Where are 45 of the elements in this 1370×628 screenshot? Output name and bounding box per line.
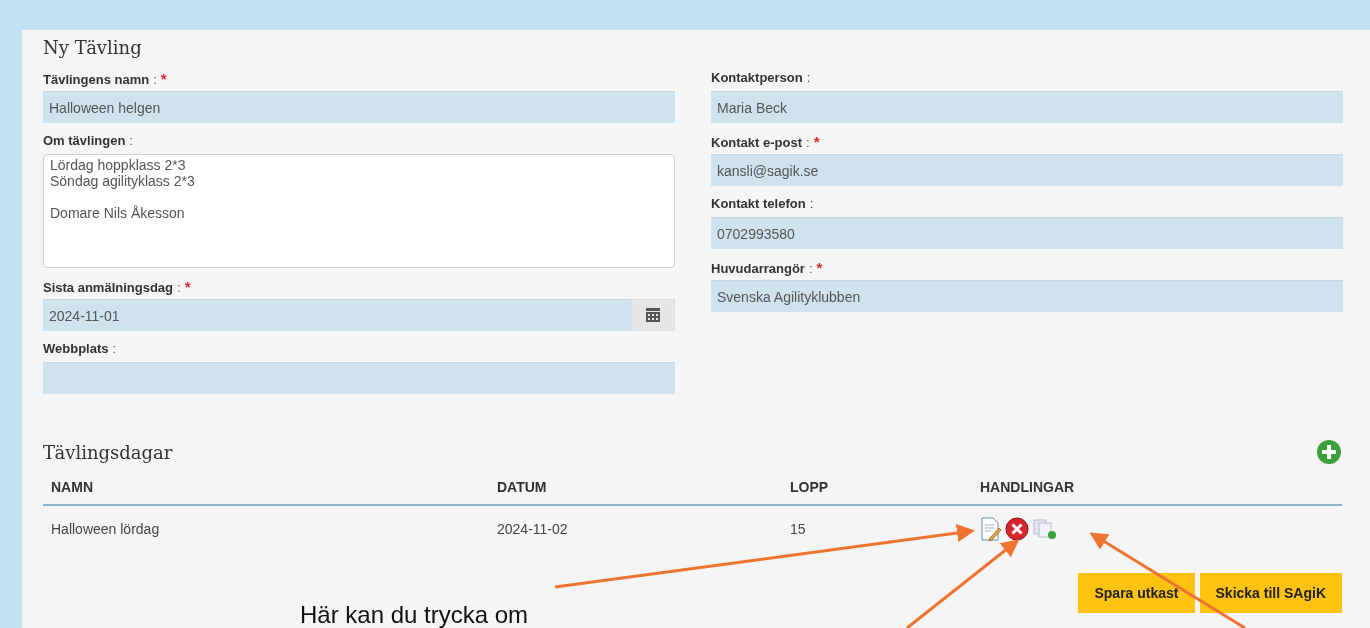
form-title: Ny Tävling [43, 36, 143, 60]
calendar-button[interactable] [631, 299, 675, 331]
section-title: Tävlingsdagar [43, 441, 173, 463]
required-mark: * [816, 259, 823, 276]
date-field[interactable]: 2024-11-01 [43, 299, 631, 331]
text-field[interactable]: Maria Beck [711, 91, 1343, 123]
text-field[interactable]: Svenska Agilityklubben [711, 280, 1343, 312]
delete-icon[interactable] [1005, 517, 1029, 541]
required-mark: * [160, 70, 167, 87]
calendar-icon [645, 307, 661, 323]
label-colon: : [806, 70, 811, 85]
table-cell: 15 [790, 521, 806, 537]
column-header: LOPP [782, 469, 972, 506]
label-colon: : [809, 196, 814, 211]
action-button[interactable]: Spara utkast [1078, 573, 1195, 613]
field-label: Kontakt telefon [711, 196, 806, 211]
label-colon: : [808, 261, 813, 276]
field-label: Tävlingens namn [43, 72, 150, 87]
label-colon: : [177, 280, 181, 295]
field-label: Huvudarrangör [711, 261, 805, 276]
action-button[interactable]: Skicka till SAgiK [1199, 573, 1342, 613]
required-mark: * [813, 133, 820, 150]
add-icon[interactable] [1316, 439, 1342, 465]
field-label: Kontaktperson [711, 70, 803, 85]
required-mark: * [184, 278, 191, 295]
label-colon: : [153, 72, 157, 87]
annotation-text: Här kan du trycka om [300, 601, 529, 628]
field-label: Sista anmälningsdag [43, 280, 174, 295]
label-colon: : [129, 133, 133, 148]
field-label: Om tävlingen [43, 133, 126, 148]
text-field[interactable]: 0702993580 [711, 217, 1343, 249]
text-field[interactable] [43, 362, 675, 394]
label-colon: : [806, 135, 810, 150]
column-header: DATUM [489, 469, 782, 506]
textarea-field[interactable]: Lördag hoppklass 2*3 Söndag agilityklass 2*3 Domare Nils Åkesson [43, 154, 675, 268]
table-cell: 2024-11-02 [497, 521, 568, 537]
text-field[interactable]: Halloween helgen [43, 91, 675, 123]
edit-document-icon[interactable] [980, 517, 1002, 541]
table-cell: Halloween lördag [51, 521, 160, 537]
field-label: Kontakt e-post [711, 135, 802, 150]
label-colon: : [112, 341, 117, 356]
column-header: NAMN [43, 469, 489, 506]
column-header: HANDLINGAR [972, 469, 1342, 506]
text-field[interactable]: kansli@sagik.se [711, 154, 1343, 186]
field-label: Webbplats [43, 341, 109, 356]
